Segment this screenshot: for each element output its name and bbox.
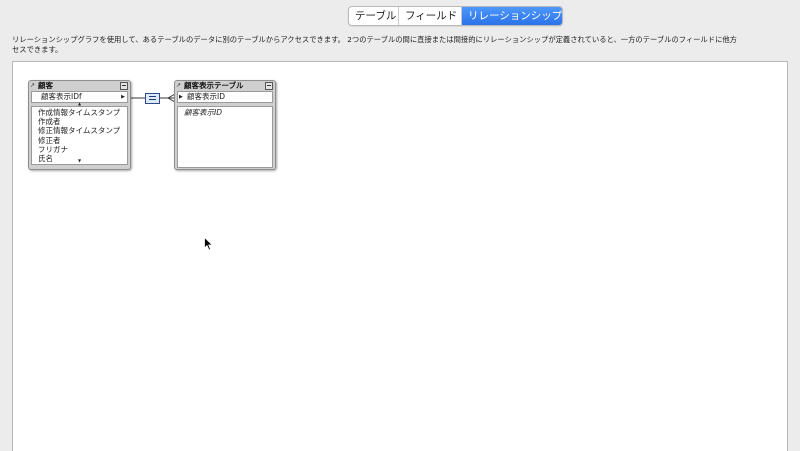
relationship-equals-icon[interactable]: [145, 93, 160, 104]
collapse-icon[interactable]: [265, 82, 273, 90]
table-header: ↗ 顧客表示テーブル: [175, 81, 275, 91]
scroll-down-icon: ▼: [77, 158, 82, 163]
field-item[interactable]: 修正者: [38, 136, 127, 145]
key-field-label: 顧客表示ID: [187, 92, 225, 101]
field-item[interactable]: 顧客表示ID: [184, 108, 272, 117]
key-marker-icon: ▶: [121, 94, 125, 100]
table-occurrence-customer[interactable]: ↗ 顧客 顧客表示IDf ▶ ▲ 作成情報タイムスタンプ 作成者 修正情報タイム…: [28, 80, 131, 170]
key-field-label: 顧客表示IDf: [41, 92, 82, 101]
table-header: ↗ 顧客: [29, 81, 130, 91]
field-list[interactable]: 作成情報タイムスタンプ 作成者 修正情報タイムスタンプ 修正者 フリガナ 氏名 …: [31, 106, 128, 165]
table-occurrence-customer-display[interactable]: ↗ 顧客表示テーブル ▶ 顧客表示ID 顧客表示ID: [174, 80, 276, 170]
collapse-icon[interactable]: [120, 82, 128, 90]
field-list[interactable]: 顧客表示ID: [177, 106, 273, 168]
key-marker-icon: ▶: [179, 94, 183, 100]
field-item[interactable]: 作成情報タイムスタンプ: [38, 108, 127, 117]
field-item[interactable]: 修正情報タイムスタンプ: [38, 126, 127, 135]
arrow-icon: ↗: [30, 82, 36, 89]
arrow-icon: ↗: [176, 82, 182, 89]
field-item[interactable]: フリガナ: [38, 145, 127, 154]
table-title: 顧客表示テーブル: [184, 81, 244, 90]
field-item[interactable]: 氏名: [38, 154, 127, 163]
table-title: 顧客: [38, 81, 53, 90]
key-field[interactable]: ▶ 顧客表示ID: [177, 91, 273, 103]
relationship-connector[interactable]: [0, 0, 800, 450]
mouse-pointer-icon: [204, 237, 214, 251]
